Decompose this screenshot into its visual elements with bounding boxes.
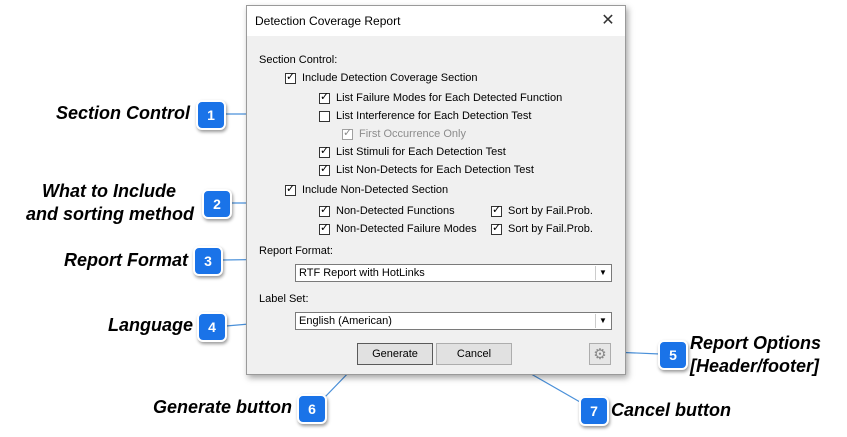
callout-header-footer: [Header/footer] [690,356,820,376]
checkbox-box[interactable] [319,144,330,158]
first-occurrence-checkbox: First Occurrence Only [342,126,466,140]
checkbox-box[interactable] [319,110,330,122]
checkbox-box[interactable] [319,162,330,176]
list-non-detects-checkbox[interactable]: List Non-Detects for Each Detection Test [319,162,534,176]
checkbox-box[interactable] [319,203,330,217]
list-failure-modes-checkbox[interactable]: List Failure Modes for Each Detected Fun… [319,90,563,104]
callout-report-format: Report Format [63,250,188,270]
close-icon[interactable]: ✕ [597,10,619,32]
cancel-button[interactable]: Cancel [436,343,512,365]
list-failure-modes-label: List Failure Modes for Each Detected Fun… [336,92,563,104]
callout-what-to-include: What to Include [42,181,176,201]
non-detected-functions-label: Non-Detected Functions [336,205,455,217]
title-bar: Detection Coverage Report ✕ [247,6,625,36]
chevron-down-icon[interactable]: ▼ [595,266,610,280]
non-detected-failure-modes-checkbox[interactable]: Non-Detected Failure Modes [319,221,477,235]
badge-3: 3 [193,246,223,276]
label-set-label: Label Set: [259,293,309,305]
callout-sorting-method: and sorting method [26,204,194,224]
gear-icon[interactable]: ⚙ [589,343,611,365]
checkbox-box [342,126,353,140]
checkbox-box[interactable] [285,70,296,84]
list-non-detects-label: List Non-Detects for Each Detection Test [336,164,534,176]
sort-by-fail-prob-failure-modes-checkbox[interactable]: Sort by Fail.Prob. [491,221,593,235]
checkbox-box[interactable] [491,203,502,217]
non-detected-functions-checkbox[interactable]: Non-Detected Functions [319,203,455,217]
list-stimuli-checkbox[interactable]: List Stimuli for Each Detection Test [319,144,506,158]
report-dialog: Detection Coverage Report ✕ Section Cont… [246,5,626,375]
checkbox-box[interactable] [319,90,330,104]
callout-generate-button: Generate button [152,397,292,417]
callout-report-options: Report Options [690,333,821,353]
report-format-label: Report Format: [259,245,333,257]
section-control-label: Section Control: [259,54,338,66]
sort-by-label: Sort by Fail.Prob. [508,223,593,235]
badge-6: 6 [297,394,327,424]
label-set-value: English (American) [299,315,392,327]
report-format-value: RTF Report with HotLinks [299,267,425,279]
list-interference-label: List Interference for Each Detection Tes… [336,110,532,122]
chevron-down-icon[interactable]: ▼ [595,314,610,328]
callout-section-control: Section Control [56,103,190,123]
badge-4: 4 [197,312,227,342]
sort-by-label: Sort by Fail.Prob. [508,205,593,217]
non-detected-failure-modes-label: Non-Detected Failure Modes [336,223,477,235]
include-detection-label: Include Detection Coverage Section [302,72,478,84]
report-format-select[interactable]: RTF Report with HotLinks ▼ [295,264,612,282]
checkbox-box[interactable] [491,221,502,235]
include-non-detected-checkbox[interactable]: Include Non-Detected Section [285,182,449,196]
first-occurrence-label: First Occurrence Only [359,128,466,140]
sort-by-fail-prob-functions-checkbox[interactable]: Sort by Fail.Prob. [491,203,593,217]
include-non-detected-label: Include Non-Detected Section [302,184,449,196]
checkbox-box[interactable] [319,221,330,235]
badge-1: 1 [196,100,226,130]
callout-cancel-button: Cancel button [611,400,731,420]
label-set-select[interactable]: English (American) ▼ [295,312,612,330]
generate-button[interactable]: Generate [357,343,433,365]
list-stimuli-label: List Stimuli for Each Detection Test [336,146,506,158]
badge-7: 7 [579,396,609,426]
list-interference-checkbox[interactable]: List Interference for Each Detection Tes… [319,110,531,122]
dialog-title: Detection Coverage Report [255,14,401,28]
callout-language: Language [107,315,193,335]
badge-2: 2 [202,189,232,219]
badge-5: 5 [658,340,688,370]
checkbox-box[interactable] [285,182,296,196]
include-detection-checkbox[interactable]: Include Detection Coverage Section [285,70,478,84]
